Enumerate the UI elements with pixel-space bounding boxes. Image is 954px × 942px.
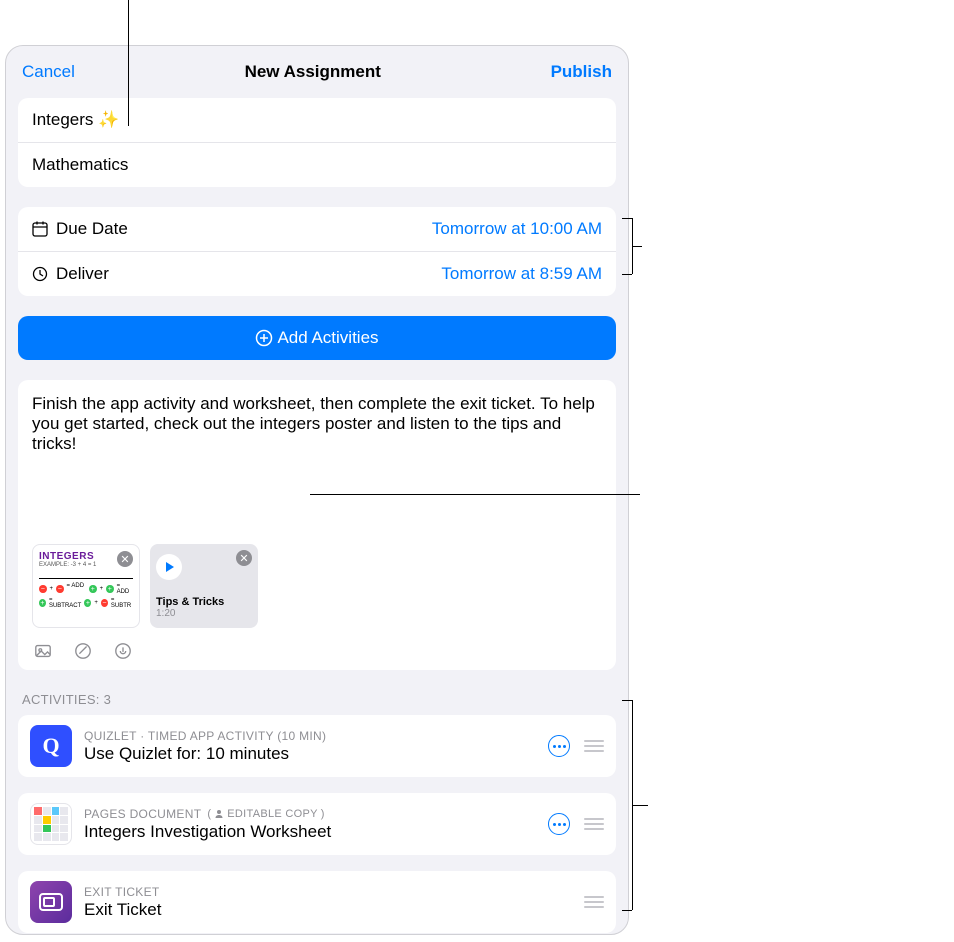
cancel-button[interactable]: Cancel [22,62,75,82]
drag-handle-icon[interactable] [584,893,604,911]
class-name-text: Mathematics [32,155,128,175]
schedule-card: Due Date Tomorrow at 10:00 AM Deliver To… [18,207,616,296]
add-photo-icon[interactable] [34,642,52,660]
title-card: Integers ✨ Mathematics [18,98,616,187]
assignment-title-text: Integers ✨ [32,110,119,130]
clock-icon [32,266,48,282]
attachments-row: ✕ INTEGERS EXAMPLE: -3 + 4 = 1 −+−= ADD … [32,544,602,628]
activity-row[interactable]: QUIZLET · TIMED APP ACTIVITY (10 MIN) Us… [18,715,616,777]
editable-copy-badge: ( EDITABLE COPY) [207,808,324,820]
audio-title: Tips & Tricks [156,596,252,608]
due-date-value: Tomorrow at 10:00 AM [432,219,602,239]
callout-line [632,805,648,806]
person-icon [214,809,224,819]
deliver-label: Deliver [56,264,109,284]
activities-section-label: ACTIVITIES: 3 [22,692,612,707]
activity-name: Exit Ticket [84,900,572,920]
plus-circle-icon [255,329,273,347]
quizlet-app-icon [30,725,72,767]
add-audio-icon[interactable] [114,642,132,660]
callout-line [622,274,632,275]
deliver-value: Tomorrow at 8:59 AM [441,264,602,284]
due-date-label: Due Date [56,219,128,239]
due-date-row[interactable]: Due Date Tomorrow at 10:00 AM [18,207,616,251]
activity-name: Integers Investigation Worksheet [84,822,536,842]
attachment-toolbar [32,642,602,660]
add-drawing-icon[interactable] [74,642,92,660]
description-text[interactable]: Finish the app activity and worksheet, t… [32,394,602,454]
panel-header: Cancel New Assignment Publish [6,46,628,98]
add-activities-button[interactable]: Add Activities [18,316,616,360]
activity-kicker: EXIT TICKET [84,885,572,899]
assignment-title-field[interactable]: Integers ✨ [18,98,616,142]
callout-line [622,910,632,911]
drag-handle-icon[interactable] [584,737,604,755]
play-icon [156,554,182,580]
calendar-icon [32,221,48,237]
callout-line [622,218,632,219]
panel-title: New Assignment [245,62,381,82]
activity-row[interactable]: EXIT TICKET Exit Ticket [18,871,616,933]
class-field[interactable]: Mathematics [18,142,616,187]
activity-kicker: PAGES DOCUMENT ( EDITABLE COPY) [84,807,536,821]
activity-row[interactable]: PAGES DOCUMENT ( EDITABLE COPY) Integers… [18,793,616,855]
publish-button[interactable]: Publish [551,62,612,82]
description-card: Finish the app activity and worksheet, t… [18,380,616,670]
activity-more-button[interactable] [548,735,570,757]
activity-name: Use Quizlet for: 10 minutes [84,744,536,764]
callout-line [622,700,632,701]
callout-line [632,246,642,247]
audio-duration: 1:20 [156,608,252,619]
new-assignment-panel: Cancel New Assignment Publish Integers ✨… [5,45,629,935]
add-activities-label: Add Activities [277,328,378,348]
activity-kicker: QUIZLET · TIMED APP ACTIVITY (10 MIN) [84,729,536,743]
poster-preview: EXAMPLE: -3 + 4 = 1 −+−= ADD +++= ADD +=… [39,562,133,609]
remove-attachment-button[interactable]: ✕ [117,551,133,567]
pages-document-icon [30,803,72,845]
attachment-audio[interactable]: ✕ Tips & Tricks 1:20 [150,544,258,628]
callout-line [128,0,129,126]
deliver-row[interactable]: Deliver Tomorrow at 8:59 AM [18,251,616,296]
drag-handle-icon[interactable] [584,815,604,833]
activity-more-button[interactable] [548,813,570,835]
attachment-poster[interactable]: ✕ INTEGERS EXAMPLE: -3 + 4 = 1 −+−= ADD … [32,544,140,628]
remove-attachment-button[interactable]: ✕ [236,550,252,566]
callout-line [310,494,640,495]
exit-ticket-icon [30,881,72,923]
